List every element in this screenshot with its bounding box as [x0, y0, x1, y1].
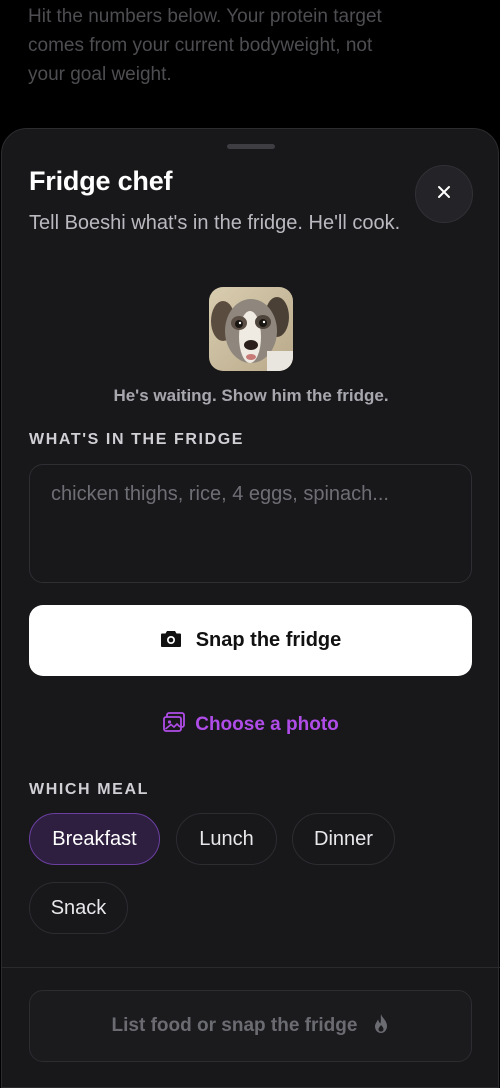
close-icon — [437, 185, 451, 204]
flame-icon — [373, 1013, 389, 1039]
camera-icon — [160, 630, 182, 651]
meal-chip-dinner[interactable]: Dinner — [292, 813, 395, 865]
close-button[interactable] — [415, 165, 473, 223]
fridge-contents-input[interactable] — [29, 464, 472, 583]
meal-chip-lunch[interactable]: Lunch — [176, 813, 277, 865]
meal-chip-snack[interactable]: Snack — [29, 882, 128, 934]
sheet-subtitle: Tell Boeshi what's in the fridge. He'll … — [29, 212, 401, 234]
intro-text: Hit the numbers below. Your protein targ… — [28, 6, 382, 85]
submit-button-label: List food or snap the fridge — [111, 1015, 358, 1036]
sheet-title: Fridge chef — [29, 166, 173, 196]
choose-photo-link[interactable]: Choose a photo — [2, 712, 500, 737]
image-icon — [163, 712, 186, 737]
choose-photo-label: Choose a photo — [195, 713, 339, 735]
avatar-caption: He's waiting. Show him the fridge. — [113, 386, 389, 405]
fridge-chef-sheet: Fridge chef Tell Boeshi what's in the fr… — [1, 128, 500, 1088]
footer-divider — [2, 967, 500, 968]
boeshi-dog-avatar — [209, 287, 293, 371]
snap-button-label: Snap the fridge — [195, 629, 342, 651]
snap-fridge-button[interactable]: Snap the fridge — [29, 605, 472, 676]
meal-section-label: WHICH MEAL — [29, 781, 149, 798]
submit-button[interactable]: List food or snap the fridge — [29, 990, 472, 1062]
sheet-grabber[interactable] — [227, 144, 275, 149]
meal-chip-breakfast[interactable]: Breakfast — [29, 813, 160, 865]
fridge-section-label: WHAT'S IN THE FRIDGE — [29, 431, 245, 448]
